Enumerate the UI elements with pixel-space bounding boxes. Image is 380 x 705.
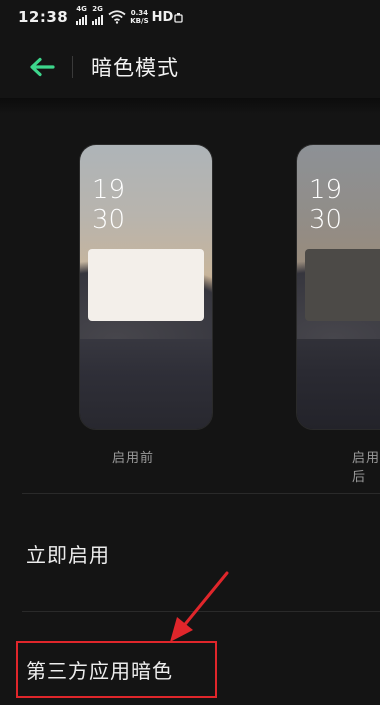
arrow-left-icon <box>30 57 55 77</box>
network-speed: 0.34 KB/S <box>130 9 148 25</box>
signal-icon-sim2: 2G <box>92 5 104 25</box>
preview-clock: 19 30 <box>92 175 125 235</box>
preview-before-card[interactable]: 19 30 <box>80 145 212 429</box>
preview-after-label: 启用后 <box>352 451 380 485</box>
preview-notification-card <box>305 249 380 321</box>
preview-after-card[interactable]: 19 30 <box>297 145 380 429</box>
app-header: 暗色模式 <box>0 36 380 98</box>
header-shadow <box>0 98 380 114</box>
hd-indicator: HD <box>151 9 174 25</box>
preview-clock-hour: 19 <box>92 175 126 205</box>
enable-now-label: 立即启用 <box>26 542 110 567</box>
screen: 12:38 4G 2G 0.34 KB/S HD 暗色模式 19 30 启用前 … <box>0 0 380 705</box>
network-speed-value: 0.34 <box>130 9 149 17</box>
annotation-highlight-box <box>16 641 217 698</box>
preview-clock-minute: 30 <box>309 205 343 235</box>
network-speed-unit: KB/S <box>130 17 149 25</box>
annotation-arrow-icon <box>170 571 229 642</box>
preview-clock: 19 30 <box>309 175 342 235</box>
preview-clock-hour: 19 <box>309 175 343 205</box>
volte-icon <box>174 12 183 23</box>
network-type-sim2: 2G <box>92 5 103 13</box>
preview-notification-card <box>88 249 204 321</box>
status-bar: 12:38 4G 2G 0.34 KB/S HD <box>0 0 380 34</box>
divider <box>22 493 380 494</box>
signal-icon-sim1: 4G <box>76 5 88 25</box>
preview-before-label: 启用前 <box>112 451 155 466</box>
preview-clock-minute: 30 <box>92 205 126 235</box>
network-type-sim1: 4G <box>76 5 87 13</box>
wifi-icon <box>108 10 126 24</box>
back-button[interactable] <box>20 45 64 89</box>
header-divider <box>72 56 73 78</box>
page-title: 暗色模式 <box>91 56 179 80</box>
status-time: 12:38 <box>18 8 69 26</box>
